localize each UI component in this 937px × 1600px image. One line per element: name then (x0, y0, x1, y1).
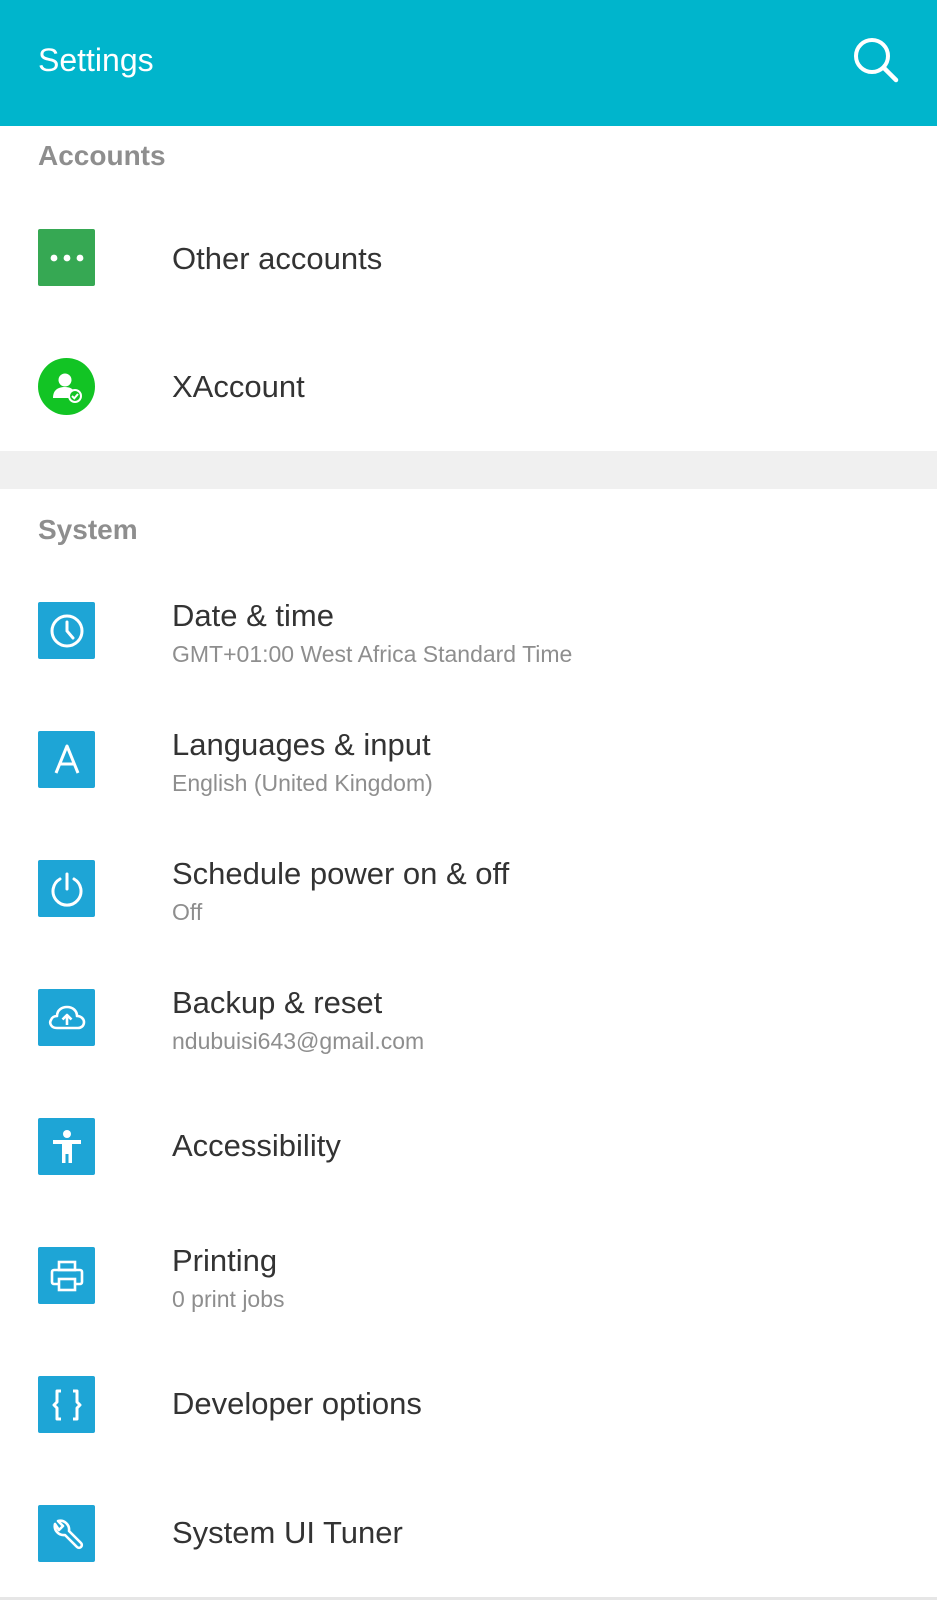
power-icon (38, 860, 95, 917)
settings-item-label: System UI Tuner (172, 1515, 403, 1550)
cloud-upload-icon (38, 989, 95, 1046)
more-dots-icon (38, 229, 95, 286)
settings-item-summary: Off (172, 899, 203, 925)
settings-item-developer-options[interactable]: Developer options (0, 1344, 937, 1464)
settings-item-backup-reset[interactable]: Backup & reset ndubuisi643@gmail.com (0, 957, 937, 1077)
accessibility-icon (38, 1118, 95, 1175)
settings-item-label: Schedule power on & off (172, 856, 510, 891)
braces-icon (38, 1376, 95, 1433)
settings-item-schedule-power[interactable]: Schedule power on & off Off (0, 828, 937, 948)
settings-item-other-accounts[interactable]: Other accounts (0, 199, 937, 319)
printer-icon (38, 1247, 95, 1304)
clock-icon (38, 602, 95, 659)
app-bar: Settings (0, 0, 937, 126)
settings-item-label: Developer options (172, 1386, 422, 1421)
user-verified-icon (38, 358, 95, 415)
section-divider (0, 451, 937, 489)
settings-item-label: Date & time (172, 598, 334, 633)
settings-item-label: Printing (172, 1243, 278, 1278)
settings-item-printing[interactable]: Printing 0 print jobs (0, 1215, 937, 1335)
settings-item-summary: English (United Kingdom) (172, 770, 433, 796)
section-header-system: System (38, 514, 138, 545)
settings-item-label: Languages & input (172, 727, 431, 762)
settings-item-summary: ndubuisi643@gmail.com (172, 1028, 425, 1054)
settings-item-label: Accessibility (172, 1128, 341, 1163)
language-a-icon (38, 731, 95, 788)
settings-item-accessibility[interactable]: Accessibility (0, 1086, 937, 1206)
settings-item-label: XAccount (172, 369, 305, 404)
search-button[interactable] (848, 32, 904, 88)
section-header-accounts: Accounts (38, 140, 166, 171)
settings-item-summary: GMT+01:00 West Africa Standard Time (172, 641, 573, 667)
search-icon (854, 38, 899, 83)
settings-item-system-ui-tuner[interactable]: System UI Tuner (0, 1473, 937, 1593)
settings-item-date-time[interactable]: Date & time GMT+01:00 West Africa Standa… (0, 570, 937, 690)
wrench-icon (38, 1505, 95, 1562)
settings-item-languages-input[interactable]: Languages & input English (United Kingdo… (0, 699, 937, 819)
settings-item-label: Backup & reset (172, 985, 383, 1020)
settings-item-summary: 0 print jobs (172, 1286, 285, 1312)
settings-item-label: Other accounts (172, 241, 383, 276)
page-title: Settings (38, 42, 154, 78)
settings-item-xaccount[interactable]: XAccount (0, 327, 937, 447)
